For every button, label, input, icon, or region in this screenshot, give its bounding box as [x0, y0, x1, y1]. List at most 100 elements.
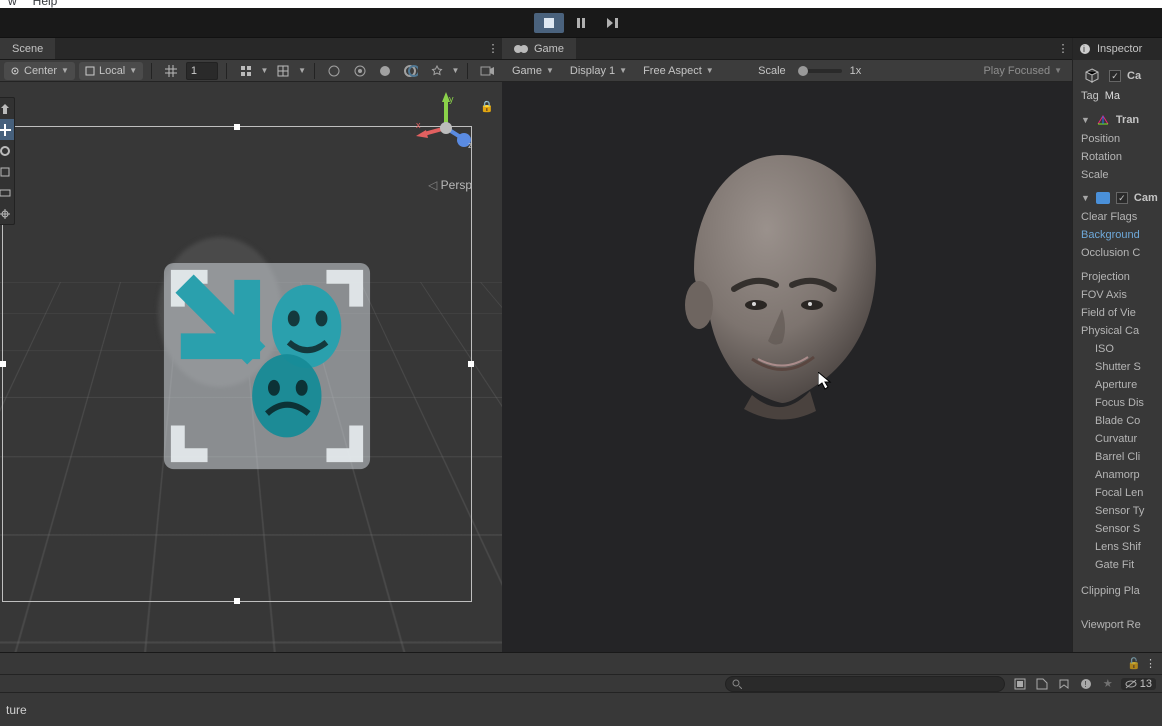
audio-toggle[interactable] [400, 62, 422, 80]
fx-toggle[interactable] [426, 62, 448, 80]
transform-tool[interactable] [0, 203, 14, 224]
gameobject-icon[interactable] [1081, 65, 1103, 87]
snap-increment[interactable] [235, 62, 257, 80]
scene-viewport[interactable]: y x z 🔒 ◁ Persp [0, 82, 502, 652]
sensor-type-field[interactable]: Sensor Ty [1081, 502, 1158, 520]
snap-grid[interactable] [272, 62, 294, 80]
gameobject-enabled-checkbox[interactable]: ✓ [1109, 70, 1121, 82]
game-panel-menu[interactable]: ⋮ [1054, 38, 1072, 59]
game-panel: Game ⋮ Game▼ Display 1▼ Free Aspect▼ Sca… [502, 38, 1072, 652]
game-icon [514, 44, 528, 54]
inspector-tab-label[interactable]: Inspector [1097, 43, 1142, 55]
main-menu-bar: w Help [0, 0, 1162, 8]
iso-field[interactable]: ISO [1081, 340, 1158, 358]
game-render-dropdown[interactable]: Game▼ [508, 62, 558, 80]
pivot-mode-dropdown[interactable]: Center ▼ [4, 62, 75, 80]
grid-toggle[interactable] [160, 62, 182, 80]
filter-by-label-icon[interactable] [1033, 676, 1051, 692]
handle-space-dropdown[interactable]: Local ▼ [79, 62, 143, 80]
search-icon [732, 679, 742, 689]
lighting-toggle[interactable] [374, 62, 396, 80]
display-dropdown[interactable]: Display 1▼ [566, 62, 631, 80]
mouse-cursor [818, 372, 832, 390]
inspector-panel: i Inspector ✓ Ca Tag Ma ▼ Tran Position … [1072, 38, 1162, 652]
pivot-mode-label: Center [24, 65, 57, 77]
gate-fit-field[interactable]: Gate Fit [1081, 556, 1158, 574]
gizmo-lock-icon[interactable]: 🔒 [480, 100, 494, 113]
transform-header[interactable]: ▼ Tran [1081, 110, 1158, 130]
scene-panel-menu[interactable]: ⋮ [484, 38, 502, 59]
fov-field[interactable]: Field of Vie [1081, 304, 1158, 322]
menu-item[interactable]: w [8, 0, 17, 8]
camera-icon[interactable] [476, 62, 498, 80]
play-mode-dropdown[interactable]: Play Focused▼ [979, 62, 1066, 80]
camera-bounds[interactable] [2, 126, 472, 602]
menu-item[interactable]: Help [33, 0, 58, 8]
lock-icon[interactable]: 🔓 [1127, 657, 1141, 670]
info-icon[interactable]: ! [1077, 676, 1095, 692]
play-toolbar [0, 8, 1162, 38]
blade-count-field[interactable]: Blade Co [1081, 412, 1158, 430]
shutter-field[interactable]: Shutter S [1081, 358, 1158, 376]
aperture-field[interactable]: Aperture [1081, 376, 1158, 394]
step-button[interactable] [598, 13, 628, 33]
camera-enabled-checkbox[interactable]: ✓ [1116, 192, 1128, 204]
barrel-clip-field[interactable]: Barrel Cli [1081, 448, 1158, 466]
panel-menu[interactable]: ⋮ [1145, 657, 1156, 670]
physical-camera-field[interactable]: Physical Ca [1081, 322, 1158, 340]
projection-label[interactable]: ◁ Persp [428, 178, 472, 192]
scale-field[interactable]: Scale [1081, 166, 1158, 184]
scale-tool[interactable] [0, 161, 14, 182]
clear-flags-field[interactable]: Clear Flags [1081, 208, 1158, 226]
focal-len-field[interactable]: Focal Len [1081, 484, 1158, 502]
camera-title: Cam [1134, 192, 1158, 204]
transform-title: Tran [1116, 114, 1139, 126]
move-tool[interactable] [0, 119, 14, 140]
save-search-icon[interactable] [1055, 676, 1073, 692]
2d-toggle[interactable] [349, 62, 371, 80]
camera-icon [1096, 192, 1110, 204]
status-text: ture [6, 703, 27, 717]
tab-label: Game [534, 43, 564, 55]
clipping-planes-field[interactable]: Clipping Pla [1081, 582, 1158, 600]
filter-by-type-icon[interactable] [1011, 676, 1029, 692]
svg-text:!: ! [1084, 680, 1086, 689]
grid-size-input[interactable] [186, 62, 218, 80]
project-search[interactable] [725, 676, 1005, 692]
rotation-field[interactable]: Rotation [1081, 148, 1158, 166]
game-viewport[interactable] [502, 82, 1072, 652]
scale-slider[interactable] [798, 69, 842, 73]
viewport-rect-field[interactable]: Viewport Re [1081, 616, 1158, 634]
tag-value[interactable]: Ma [1105, 90, 1120, 102]
background-field[interactable]: Background [1081, 226, 1158, 244]
sensor-size-field[interactable]: Sensor S [1081, 520, 1158, 538]
scene-tab[interactable]: Scene [0, 38, 55, 59]
draw-mode[interactable] [323, 62, 345, 80]
rotate-tool[interactable] [0, 140, 14, 161]
stop-button[interactable] [534, 13, 564, 33]
anamorphic-field[interactable]: Anamorp [1081, 466, 1158, 484]
pause-button[interactable] [566, 13, 596, 33]
projection-field[interactable]: Projection [1081, 268, 1158, 286]
position-field[interactable]: Position [1081, 130, 1158, 148]
svg-text:z: z [468, 140, 473, 150]
orientation-gizmo[interactable]: y x z [416, 92, 476, 156]
occlusion-field[interactable]: Occlusion C [1081, 244, 1158, 262]
tab-label: Scene [12, 43, 43, 55]
fov-axis-field[interactable]: FOV Axis [1081, 286, 1158, 304]
star-icon[interactable]: ★ [1099, 676, 1117, 692]
scene-tool-rail [0, 97, 15, 225]
aspect-dropdown[interactable]: Free Aspect▼ [639, 62, 718, 80]
view-tool[interactable] [0, 98, 14, 119]
lens-shift-field[interactable]: Lens Shif [1081, 538, 1158, 556]
project-panel: 🔓 ⋮ ! ★ 13 ture [0, 652, 1162, 726]
focus-dist-field[interactable]: Focus Dis [1081, 394, 1158, 412]
curvature-field[interactable]: Curvatur [1081, 430, 1158, 448]
inspector-icon: i [1079, 43, 1091, 55]
gameobject-name[interactable]: Ca [1127, 70, 1141, 82]
hidden-count[interactable]: 13 [1121, 678, 1156, 690]
game-tab[interactable]: Game [502, 38, 576, 59]
rect-tool[interactable] [0, 182, 14, 203]
camera-header[interactable]: ▼ ✓ Cam [1081, 188, 1158, 208]
tag-label: Tag [1081, 90, 1099, 102]
